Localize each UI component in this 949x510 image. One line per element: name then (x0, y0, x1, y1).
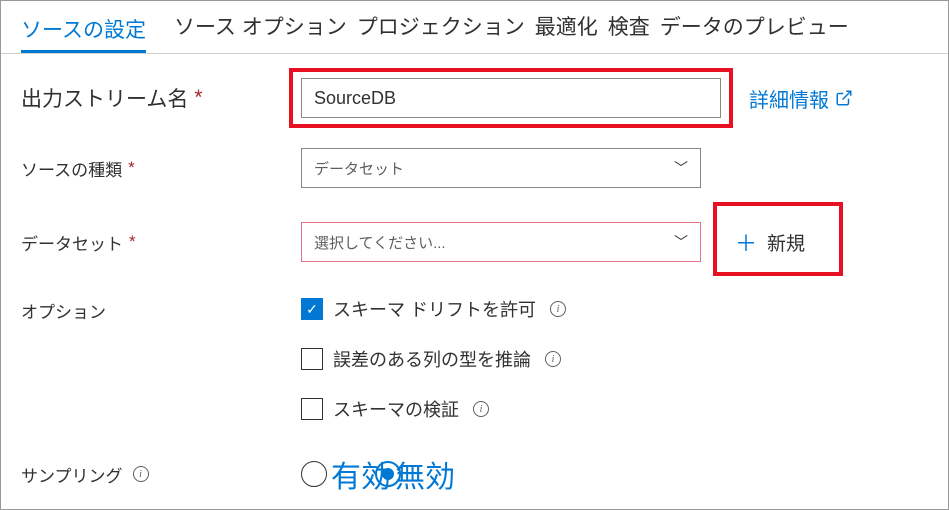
validate-schema-label: スキーマの検証 (333, 396, 459, 422)
sampling-label: サンプリング (21, 462, 123, 487)
tab-data-preview[interactable]: データのプレビュー (660, 7, 849, 47)
sampling-disable-radio[interactable] (375, 461, 401, 487)
dataset-label: データセット (21, 230, 123, 255)
new-dataset-button[interactable]: ＋ 新規 (721, 218, 819, 266)
validate-schema-checkbox[interactable] (301, 398, 323, 420)
dataset-placeholder: 選択してください... (314, 232, 446, 253)
info-icon[interactable]: i (473, 401, 489, 417)
required-indicator: * (128, 158, 135, 178)
dataset-select[interactable]: 選択してください... ﹀ (301, 222, 701, 262)
schema-drift-checkbox[interactable]: ✓ (301, 298, 323, 320)
required-indicator: * (129, 232, 136, 252)
details-link[interactable]: 詳細情報 (749, 84, 853, 113)
info-icon[interactable]: i (133, 466, 149, 482)
tab-bar: ソースの設定 ソース オプション プロジェクション 最適化 検査 データのプレビ… (1, 1, 948, 54)
schema-drift-label: スキーマ ドリフトを許可 (333, 296, 536, 322)
info-icon[interactable]: i (550, 301, 566, 317)
options-label: オプション (21, 298, 106, 323)
infer-types-label: 誤差のある列の型を推論 (333, 346, 531, 372)
plus-icon: ＋ (735, 226, 757, 258)
tab-inspect[interactable]: 検査 (608, 7, 650, 47)
source-type-label: ソースの種類 (21, 156, 122, 181)
output-stream-input[interactable] (301, 78, 721, 118)
details-link-label: 詳細情報 (749, 84, 829, 113)
source-type-select[interactable]: データセット ﹀ (301, 148, 701, 188)
tab-source-options[interactable]: ソース オプション (174, 7, 347, 47)
chevron-down-icon: ﹀ (674, 232, 688, 252)
info-icon[interactable]: i (545, 351, 561, 367)
external-link-icon (835, 89, 853, 107)
required-indicator: * (194, 86, 202, 110)
new-button-label: 新規 (767, 229, 805, 256)
output-stream-label: 出力ストリーム名 (21, 83, 188, 113)
sampling-disable-label: 無効 (395, 452, 455, 496)
infer-types-checkbox[interactable] (301, 348, 323, 370)
tab-optimize[interactable]: 最適化 (535, 7, 598, 47)
chevron-down-icon: ﹀ (674, 158, 688, 178)
tab-projection[interactable]: プロジェクション (357, 7, 525, 47)
source-type-value: データセット (314, 158, 404, 179)
sampling-enable-radio[interactable] (301, 461, 327, 487)
tab-source-settings[interactable]: ソースの設定 (21, 10, 146, 53)
